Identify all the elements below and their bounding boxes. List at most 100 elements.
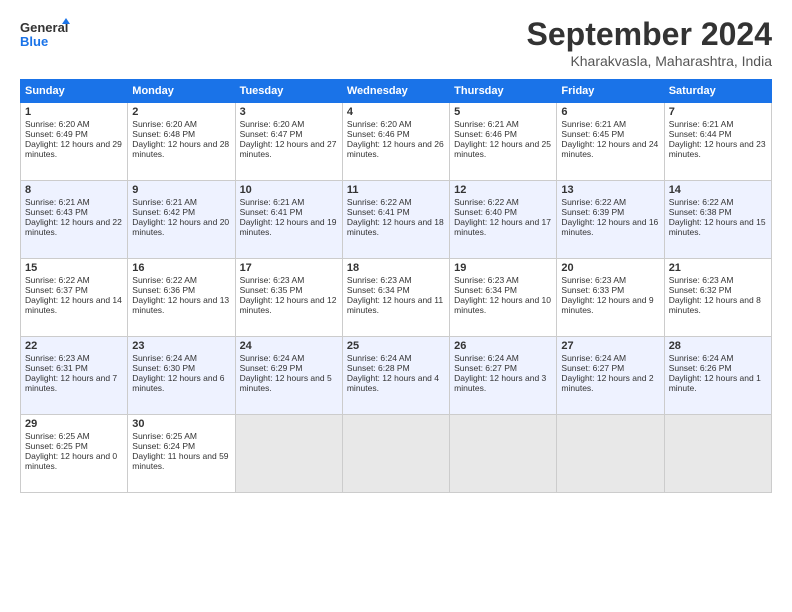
day-number: 15 — [25, 262, 123, 274]
day-number: 13 — [561, 184, 659, 196]
calendar-week-1: 1 Sunrise: 6:20 AM Sunset: 6:49 PM Dayli… — [21, 103, 772, 181]
header: General Blue September 2024 Kharakvasla,… — [20, 16, 772, 69]
calendar-cell — [664, 415, 771, 493]
col-monday: Monday — [128, 80, 235, 103]
daylight-text: Daylight: 12 hours and 15 minutes. — [669, 217, 766, 237]
calendar-cell: 11 Sunrise: 6:22 AM Sunset: 6:41 PM Dayl… — [342, 181, 449, 259]
sunset-text: Sunset: 6:40 PM — [454, 207, 517, 217]
sunrise-text: Sunrise: 6:22 AM — [454, 197, 519, 207]
sunrise-text: Sunrise: 6:22 AM — [25, 275, 90, 285]
daylight-text: Daylight: 12 hours and 4 minutes. — [347, 373, 439, 393]
calendar-cell: 2 Sunrise: 6:20 AM Sunset: 6:48 PM Dayli… — [128, 103, 235, 181]
calendar-cell: 16 Sunrise: 6:22 AM Sunset: 6:36 PM Dayl… — [128, 259, 235, 337]
daylight-text: Daylight: 12 hours and 3 minutes. — [454, 373, 546, 393]
sunset-text: Sunset: 6:46 PM — [347, 129, 410, 139]
day-number: 12 — [454, 184, 552, 196]
sunrise-text: Sunrise: 6:20 AM — [347, 119, 412, 129]
calendar-cell: 22 Sunrise: 6:23 AM Sunset: 6:31 PM Dayl… — [21, 337, 128, 415]
daylight-text: Daylight: 12 hours and 29 minutes. — [25, 139, 122, 159]
col-tuesday: Tuesday — [235, 80, 342, 103]
sunrise-text: Sunrise: 6:21 AM — [561, 119, 626, 129]
calendar-week-2: 8 Sunrise: 6:21 AM Sunset: 6:43 PM Dayli… — [21, 181, 772, 259]
sunrise-text: Sunrise: 6:24 AM — [561, 353, 626, 363]
calendar-cell: 23 Sunrise: 6:24 AM Sunset: 6:30 PM Dayl… — [128, 337, 235, 415]
day-number: 8 — [25, 184, 123, 196]
sunrise-text: Sunrise: 6:20 AM — [240, 119, 305, 129]
sunset-text: Sunset: 6:35 PM — [240, 285, 303, 295]
sunrise-text: Sunrise: 6:21 AM — [669, 119, 734, 129]
col-saturday: Saturday — [664, 80, 771, 103]
day-number: 16 — [132, 262, 230, 274]
sunset-text: Sunset: 6:26 PM — [669, 363, 732, 373]
daylight-text: Daylight: 12 hours and 27 minutes. — [240, 139, 337, 159]
calendar-cell: 25 Sunrise: 6:24 AM Sunset: 6:28 PM Dayl… — [342, 337, 449, 415]
daylight-text: Daylight: 12 hours and 20 minutes. — [132, 217, 229, 237]
calendar-cell: 14 Sunrise: 6:22 AM Sunset: 6:38 PM Dayl… — [664, 181, 771, 259]
day-number: 19 — [454, 262, 552, 274]
sunset-text: Sunset: 6:43 PM — [25, 207, 88, 217]
sunset-text: Sunset: 6:24 PM — [132, 441, 195, 451]
daylight-text: Daylight: 12 hours and 28 minutes. — [132, 139, 229, 159]
daylight-text: Daylight: 11 hours and 59 minutes. — [132, 451, 228, 471]
sunrise-text: Sunrise: 6:25 AM — [132, 431, 197, 441]
sunset-text: Sunset: 6:38 PM — [669, 207, 732, 217]
sunset-text: Sunset: 6:46 PM — [454, 129, 517, 139]
day-number: 2 — [132, 106, 230, 118]
calendar-cell — [557, 415, 664, 493]
calendar-cell — [235, 415, 342, 493]
day-number: 22 — [25, 340, 123, 352]
daylight-text: Daylight: 12 hours and 11 minutes. — [347, 295, 443, 315]
calendar-week-3: 15 Sunrise: 6:22 AM Sunset: 6:37 PM Dayl… — [21, 259, 772, 337]
svg-text:Blue: Blue — [20, 34, 48, 49]
day-number: 1 — [25, 106, 123, 118]
sunset-text: Sunset: 6:29 PM — [240, 363, 303, 373]
col-friday: Friday — [557, 80, 664, 103]
header-row: Sunday Monday Tuesday Wednesday Thursday… — [21, 80, 772, 103]
daylight-text: Daylight: 12 hours and 1 minute. — [669, 373, 761, 393]
day-number: 17 — [240, 262, 338, 274]
calendar-cell: 26 Sunrise: 6:24 AM Sunset: 6:27 PM Dayl… — [450, 337, 557, 415]
calendar-cell: 27 Sunrise: 6:24 AM Sunset: 6:27 PM Dayl… — [557, 337, 664, 415]
day-number: 30 — [132, 418, 230, 430]
sunrise-text: Sunrise: 6:24 AM — [240, 353, 305, 363]
col-sunday: Sunday — [21, 80, 128, 103]
day-number: 23 — [132, 340, 230, 352]
sunset-text: Sunset: 6:48 PM — [132, 129, 195, 139]
calendar-cell: 21 Sunrise: 6:23 AM Sunset: 6:32 PM Dayl… — [664, 259, 771, 337]
calendar-cell: 13 Sunrise: 6:22 AM Sunset: 6:39 PM Dayl… — [557, 181, 664, 259]
sunset-text: Sunset: 6:27 PM — [561, 363, 624, 373]
daylight-text: Daylight: 12 hours and 23 minutes. — [669, 139, 766, 159]
calendar-cell: 3 Sunrise: 6:20 AM Sunset: 6:47 PM Dayli… — [235, 103, 342, 181]
daylight-text: Daylight: 12 hours and 10 minutes. — [454, 295, 551, 315]
calendar-cell: 28 Sunrise: 6:24 AM Sunset: 6:26 PM Dayl… — [664, 337, 771, 415]
sunset-text: Sunset: 6:27 PM — [454, 363, 517, 373]
calendar-cell: 1 Sunrise: 6:20 AM Sunset: 6:49 PM Dayli… — [21, 103, 128, 181]
sunrise-text: Sunrise: 6:23 AM — [25, 353, 90, 363]
sunset-text: Sunset: 6:45 PM — [561, 129, 624, 139]
sunset-text: Sunset: 6:44 PM — [669, 129, 732, 139]
sunset-text: Sunset: 6:25 PM — [25, 441, 88, 451]
sunset-text: Sunset: 6:28 PM — [347, 363, 410, 373]
daylight-text: Daylight: 12 hours and 12 minutes. — [240, 295, 337, 315]
sunrise-text: Sunrise: 6:24 AM — [454, 353, 519, 363]
sunset-text: Sunset: 6:39 PM — [561, 207, 624, 217]
calendar-cell: 29 Sunrise: 6:25 AM Sunset: 6:25 PM Dayl… — [21, 415, 128, 493]
day-number: 29 — [25, 418, 123, 430]
calendar-cell: 20 Sunrise: 6:23 AM Sunset: 6:33 PM Dayl… — [557, 259, 664, 337]
daylight-text: Daylight: 12 hours and 22 minutes. — [25, 217, 122, 237]
daylight-text: Daylight: 12 hours and 18 minutes. — [347, 217, 444, 237]
sunrise-text: Sunrise: 6:24 AM — [669, 353, 734, 363]
sunrise-text: Sunrise: 6:22 AM — [132, 275, 197, 285]
sunrise-text: Sunrise: 6:20 AM — [132, 119, 197, 129]
day-number: 18 — [347, 262, 445, 274]
sunrise-text: Sunrise: 6:24 AM — [132, 353, 197, 363]
day-number: 4 — [347, 106, 445, 118]
sunrise-text: Sunrise: 6:23 AM — [240, 275, 305, 285]
sunrise-text: Sunrise: 6:24 AM — [347, 353, 412, 363]
sunrise-text: Sunrise: 6:21 AM — [454, 119, 519, 129]
calendar-cell: 5 Sunrise: 6:21 AM Sunset: 6:46 PM Dayli… — [450, 103, 557, 181]
svg-text:General: General — [20, 20, 68, 35]
calendar-cell: 19 Sunrise: 6:23 AM Sunset: 6:34 PM Dayl… — [450, 259, 557, 337]
day-number: 20 — [561, 262, 659, 274]
day-number: 10 — [240, 184, 338, 196]
